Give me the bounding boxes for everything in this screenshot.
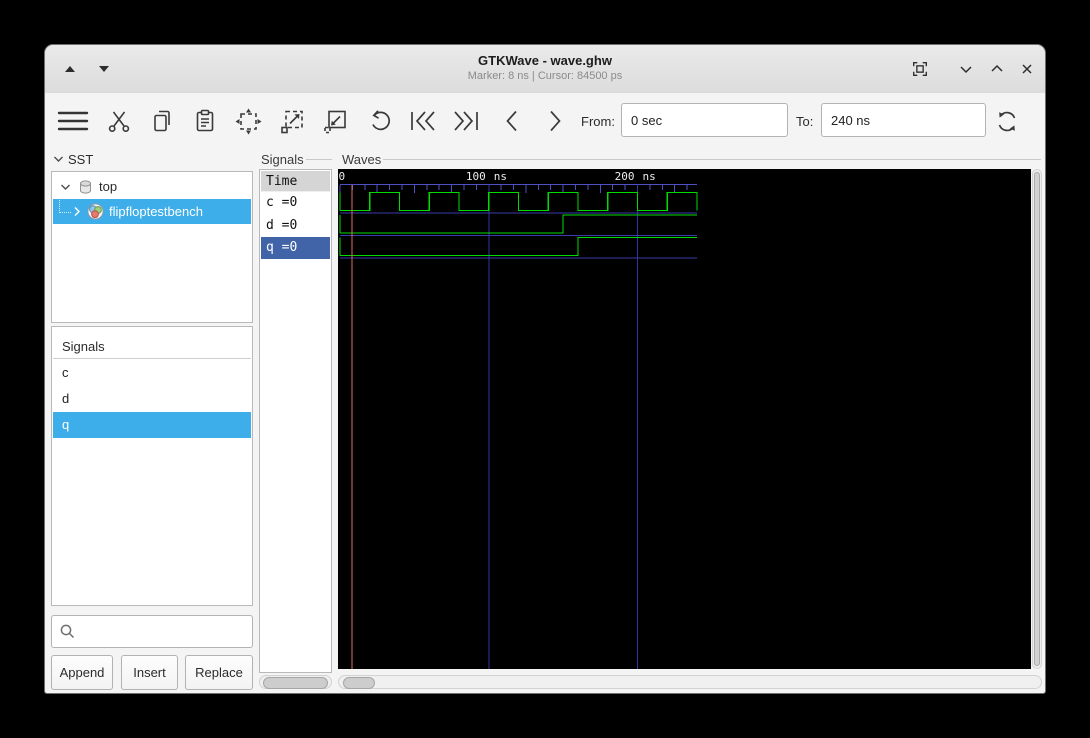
append-button[interactable]: Append <box>51 655 113 690</box>
chevron-right-icon[interactable] <box>73 206 81 217</box>
svg-text:0: 0 <box>339 170 346 183</box>
tree-guide-line <box>59 200 71 213</box>
to-input[interactable] <box>821 103 986 137</box>
toolbar: From: To: <box>45 93 1045 149</box>
tree-item-label: top <box>99 179 118 194</box>
gtkwave-window: GTKWave - wave.ghw Marker: 8 ns | Cursor… <box>44 44 1046 694</box>
scrollbar-thumb[interactable] <box>263 677 328 689</box>
chevron-down-icon <box>53 155 64 163</box>
from-label: From: <box>581 114 615 129</box>
window-title: GTKWave - wave.ghw <box>478 53 612 68</box>
svg-text:200: 200 <box>615 170 635 183</box>
trace-name-d[interactable]: d =0 <box>261 215 330 237</box>
tree-item-top[interactable]: top <box>53 174 251 199</box>
svg-text:100: 100 <box>466 170 486 183</box>
previous-edge-icon[interactable] <box>500 108 526 134</box>
replace-button[interactable]: Replace <box>185 655 253 690</box>
marker-cursor-status: Marker: 8 ns | Cursor: 84500 ps <box>467 70 623 82</box>
copy-icon[interactable] <box>150 108 176 134</box>
next-edge-icon[interactable] <box>543 108 569 134</box>
waves-vertical-scrollbar[interactable] <box>1032 169 1042 669</box>
signal-item-q[interactable]: q <box>53 412 251 438</box>
maximize-button[interactable] <box>988 60 1006 78</box>
cut-icon[interactable] <box>107 108 133 134</box>
names-frame-label: Signals <box>261 151 332 167</box>
svg-text:ns: ns <box>494 170 507 183</box>
trace-name-q[interactable]: q =0 <box>261 237 330 259</box>
signal-item-c[interactable]: c <box>53 360 251 386</box>
names-horizontal-scrollbar[interactable] <box>259 675 332 689</box>
svg-text:ns: ns <box>643 170 656 183</box>
signal-item-d[interactable]: d <box>53 386 251 412</box>
reload-icon[interactable] <box>993 108 1019 134</box>
paste-icon[interactable] <box>193 108 219 134</box>
minimize-button[interactable] <box>957 60 975 78</box>
scrollbar-thumb[interactable] <box>343 677 375 689</box>
undo-icon[interactable] <box>367 108 393 134</box>
menu-icon[interactable] <box>57 108 89 134</box>
search-input[interactable] <box>76 623 256 640</box>
zoom-fit-icon[interactable] <box>235 108 262 135</box>
from-input[interactable] <box>621 103 788 137</box>
waveform-svg: 0 100 ns 200 ns <box>339 170 698 669</box>
search-icon <box>59 623 76 640</box>
chevron-down-icon[interactable] <box>60 183 71 191</box>
signals-list-header: Signals <box>53 335 251 359</box>
fullscreen-button[interactable] <box>911 60 929 78</box>
skip-to-end-icon[interactable] <box>451 108 478 134</box>
database-icon <box>78 179 93 195</box>
tree-item-flipfloptestbench[interactable]: flipfloptestbench <box>53 199 251 224</box>
module-icon <box>87 203 104 220</box>
to-label: To: <box>796 114 814 129</box>
scrollbar-thumb[interactable] <box>1034 172 1040 666</box>
time-column-header[interactable]: Time <box>261 171 330 192</box>
zoom-in-icon[interactable] <box>279 108 305 134</box>
sst-label: SST <box>68 151 94 167</box>
waves-horizontal-scrollbar[interactable] <box>338 675 1042 689</box>
signal-search-box[interactable] <box>51 615 256 648</box>
sst-header[interactable]: SST <box>53 150 93 168</box>
signal-names-panel: Time c =0 d =0 q =0 <box>259 169 332 673</box>
close-button[interactable] <box>1018 60 1036 78</box>
insert-button[interactable]: Insert <box>121 655 178 690</box>
signals-list-panel: Signals c d q <box>51 326 253 606</box>
waves-frame-label: Waves <box>342 151 1041 167</box>
skip-to-start-icon[interactable] <box>408 108 435 134</box>
titlebar[interactable]: GTKWave - wave.ghw Marker: 8 ns | Cursor… <box>45 45 1045 94</box>
sst-tree-panel: top flipfloptestbench <box>51 171 253 323</box>
trace-name-c[interactable]: c =0 <box>261 192 330 214</box>
tree-item-label: flipfloptestbench <box>109 204 203 219</box>
zoom-out-icon[interactable] <box>322 108 348 134</box>
waveform-canvas[interactable]: 0 100 ns 200 ns <box>338 169 1031 669</box>
